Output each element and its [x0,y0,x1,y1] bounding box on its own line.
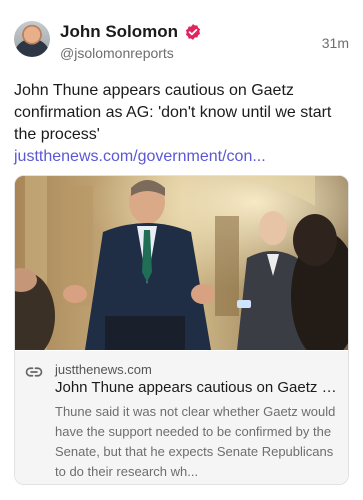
post-header: John Solomon @jsolomonreports 31m [14,21,349,65]
post-body: John Thune appears cautious on Gaetz con… [14,82,332,143]
verified-badge-icon [184,23,202,41]
link-icon [25,363,43,381]
link-preview-description: Thune said it was not clear whether Gaet… [55,404,336,479]
author-name[interactable]: John Solomon [60,22,178,42]
link-preview-card[interactable]: justthenews.com John Thune appears cauti… [14,175,349,485]
post-link[interactable]: justthenews.com/government/con... [14,148,266,165]
link-preview-domain: justthenews.com [55,362,152,377]
author-handle[interactable]: @jsolomonreports [60,45,174,61]
link-preview-image [15,176,348,350]
post-timestamp[interactable]: 31m [322,35,349,51]
post: John Solomon @jsolomonreports 31m John T… [0,0,363,500]
avatar[interactable] [14,21,50,57]
link-preview-body: justthenews.com John Thune appears cauti… [15,351,348,484]
link-preview-title: John Thune appears cautious on Gaetz con… [55,379,343,396]
post-text: John Thune appears cautious on Gaetz con… [14,80,349,168]
